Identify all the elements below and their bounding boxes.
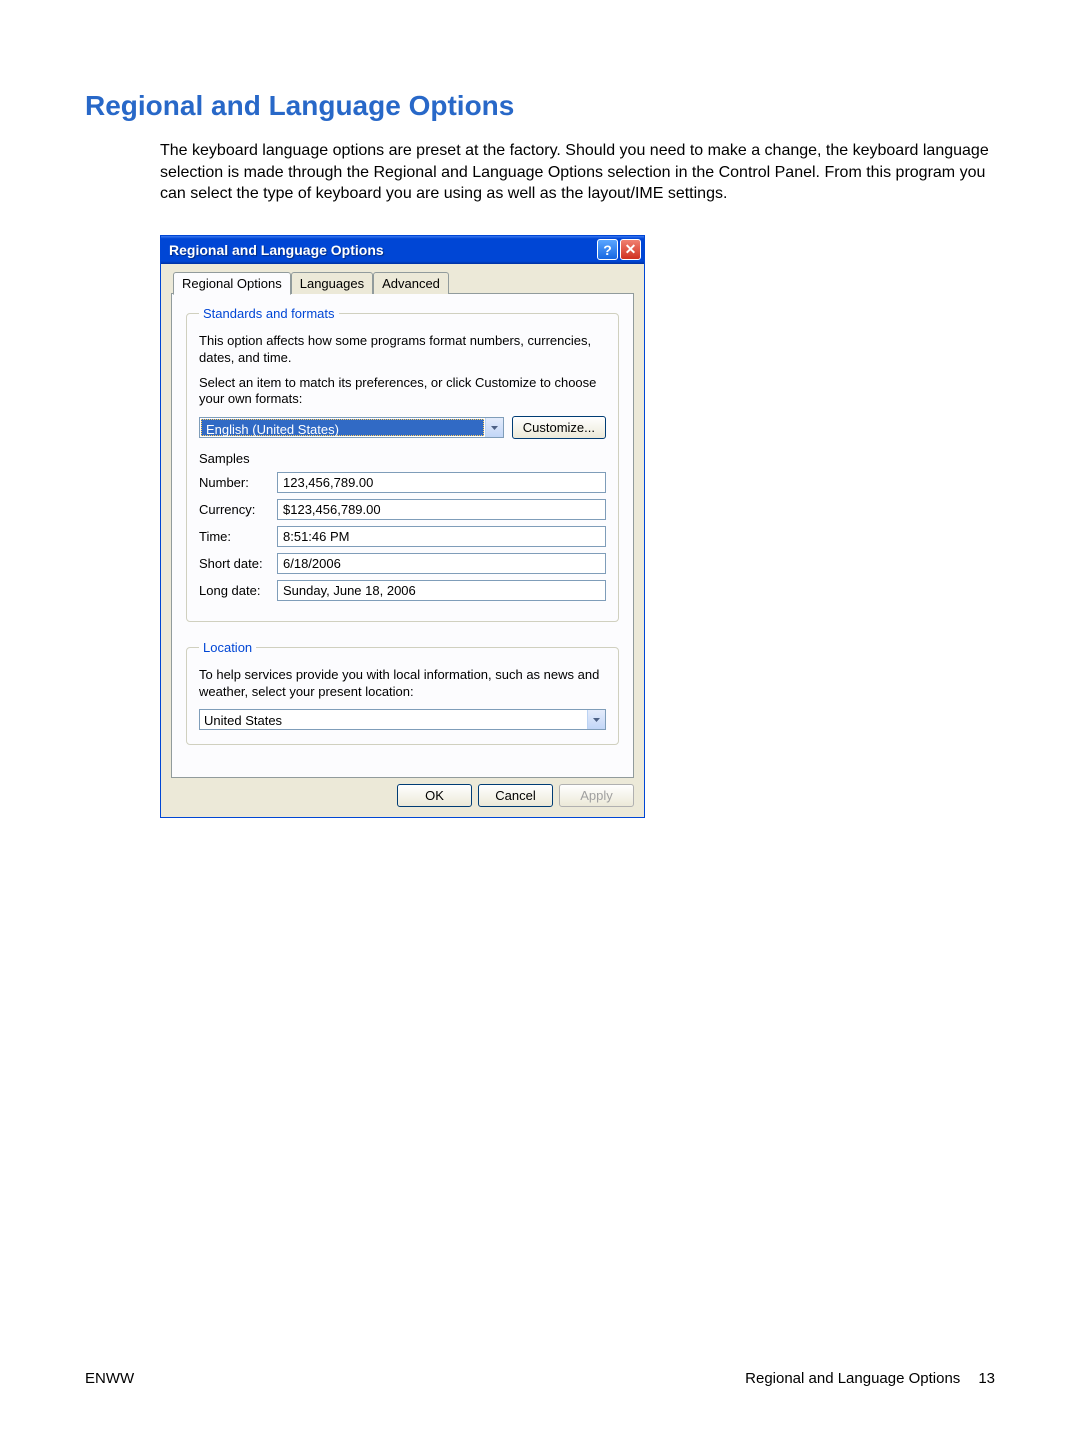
footer-left: ENWW xyxy=(85,1370,134,1387)
dialog-body: Regional Options Languages Advanced Stan… xyxy=(161,264,644,817)
customize-button[interactable]: Customize... xyxy=(512,416,606,439)
tab-regional-options[interactable]: Regional Options xyxy=(173,272,291,295)
page-heading: Regional and Language Options xyxy=(85,90,995,122)
location-combo[interactable]: United States xyxy=(199,709,606,730)
format-combo[interactable]: English (United States) xyxy=(199,417,504,438)
titlebar-text: Regional and Language Options xyxy=(169,242,595,258)
regional-options-dialog: Regional and Language Options ? ✕ Region… xyxy=(160,235,645,818)
location-desc: To help services provide you with local … xyxy=(199,667,606,701)
standards-desc2: Select an item to match its preferences,… xyxy=(199,375,606,409)
close-button[interactable]: ✕ xyxy=(620,239,641,260)
number-label: Number: xyxy=(199,475,277,490)
samples-label: Samples xyxy=(199,451,606,466)
tab-languages[interactable]: Languages xyxy=(291,272,373,294)
location-fieldset: Location To help services provide you wi… xyxy=(186,640,619,745)
cancel-button[interactable]: Cancel xyxy=(478,784,553,807)
page-footer: ENWW Regional and Language Options 13 xyxy=(85,1370,995,1387)
intro-paragraph: The keyboard language options are preset… xyxy=(160,140,995,205)
titlebar: Regional and Language Options ? ✕ xyxy=(161,236,644,264)
currency-label: Currency: xyxy=(199,502,277,517)
chevron-down-icon xyxy=(587,710,605,729)
shortdate-field: 6/18/2006 xyxy=(277,553,606,574)
time-field: 8:51:46 PM xyxy=(277,526,606,547)
location-combo-value: United States xyxy=(200,710,587,729)
number-field: 123,456,789.00 xyxy=(277,472,606,493)
footer-section-title: Regional and Language Options xyxy=(745,1370,960,1387)
longdate-label: Long date: xyxy=(199,583,277,598)
close-icon: ✕ xyxy=(625,241,637,258)
location-legend: Location xyxy=(199,640,256,655)
ok-button[interactable]: OK xyxy=(397,784,472,807)
chevron-down-icon xyxy=(485,418,503,437)
shortdate-label: Short date: xyxy=(199,556,277,571)
standards-fieldset: Standards and formats This option affect… xyxy=(186,306,619,623)
help-icon: ? xyxy=(603,242,612,258)
time-label: Time: xyxy=(199,529,277,544)
standards-legend: Standards and formats xyxy=(199,306,339,321)
apply-button[interactable]: Apply xyxy=(559,784,634,807)
format-combo-value: English (United States) xyxy=(201,419,484,436)
tab-strip: Regional Options Languages Advanced xyxy=(171,272,634,294)
footer-page-number: 13 xyxy=(978,1370,995,1387)
standards-desc1: This option affects how some programs fo… xyxy=(199,333,606,367)
currency-field: $123,456,789.00 xyxy=(277,499,606,520)
dialog-button-row: OK Cancel Apply xyxy=(171,778,634,807)
help-button[interactable]: ? xyxy=(597,239,618,260)
tab-content: Standards and formats This option affect… xyxy=(171,293,634,778)
longdate-field: Sunday, June 18, 2006 xyxy=(277,580,606,601)
tab-advanced[interactable]: Advanced xyxy=(373,272,449,294)
